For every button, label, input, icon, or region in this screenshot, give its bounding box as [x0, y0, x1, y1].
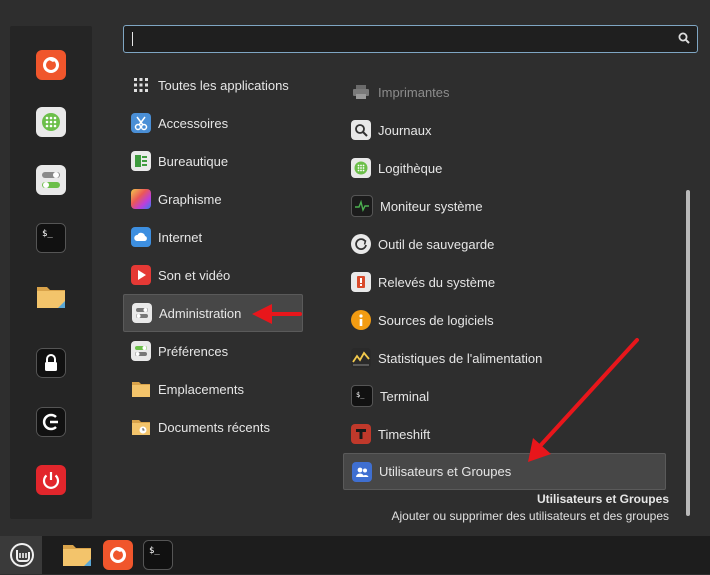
svg-text:$_: $_	[149, 546, 160, 556]
arrow-to-administration	[252, 304, 302, 324]
firefox-icon	[103, 540, 133, 570]
terminal-icon: $_	[143, 540, 173, 570]
mint-menu-icon	[10, 543, 34, 567]
taskbar-firefox[interactable]	[103, 540, 133, 575]
mint-menu-button[interactable]	[0, 536, 42, 574]
annotation-arrows	[252, 304, 639, 462]
folder-icon	[63, 545, 91, 566]
taskbar-files[interactable]	[62, 540, 92, 575]
arrow-to-users-groups	[528, 338, 639, 462]
taskbar-terminal[interactable]: $_	[143, 540, 173, 575]
